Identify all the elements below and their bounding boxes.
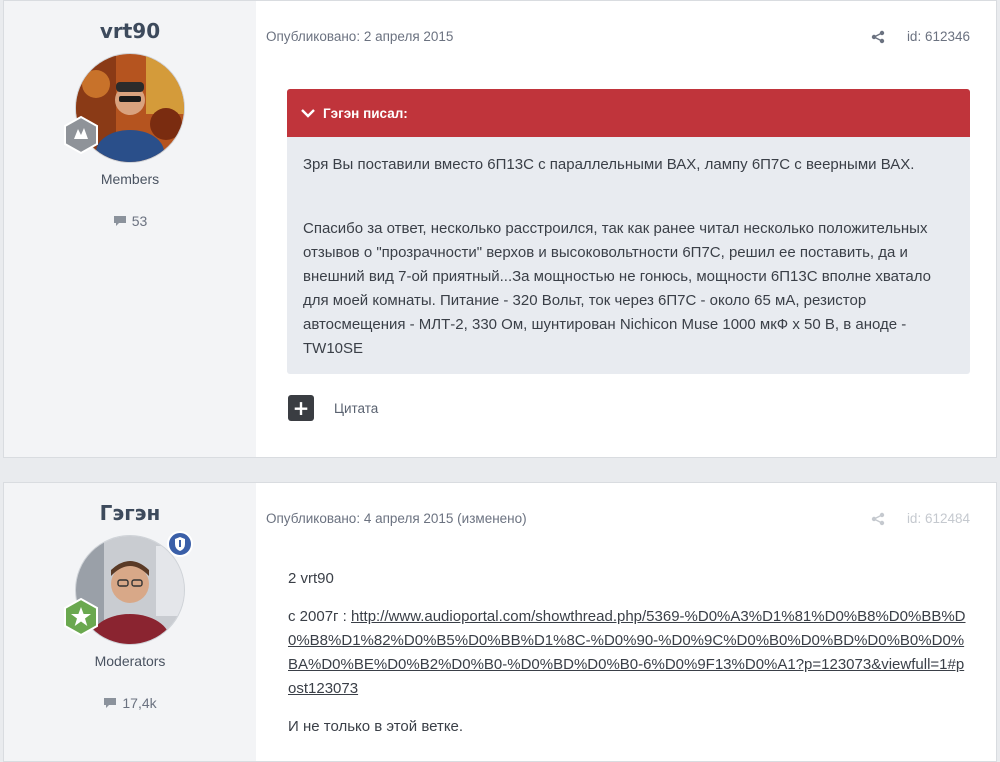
post-actions: + Цитата: [288, 395, 378, 421]
post-body-text: Спасибо за ответ, несколько расстроился,…: [303, 220, 931, 357]
link-paragraph: с 2007г : http://www.audioportal.com/sho…: [288, 605, 966, 701]
post-id-link[interactable]: id: 612484: [907, 511, 970, 526]
post-count-value: 53: [131, 213, 148, 229]
user-group: Members: [100, 171, 160, 187]
chevron-down-icon: [301, 109, 315, 118]
author-panel: vrt90 Members 53: [4, 1, 256, 457]
post-meta-actions: id: 612346: [871, 29, 970, 44]
quote-body: Зря Вы поставили вместо 6П13С с параллел…: [287, 137, 970, 361]
post-body: 2 vrt90 с 2007г : http://www.audioportal…: [288, 567, 966, 753]
rank-badge-icon: [64, 597, 98, 637]
avatar-container: [64, 531, 193, 645]
multiquote-button[interactable]: +: [288, 395, 314, 421]
greeting-text: 2 vrt90: [288, 570, 334, 587]
post: vrt90 Members 53 Опубликовано: 2 апреля …: [3, 0, 997, 458]
post-content: Опубликовано: 2 апреля 2015 id: 612346 Г…: [256, 1, 996, 457]
comment-icon: [104, 698, 117, 708]
post-id-link[interactable]: id: 612346: [907, 29, 970, 44]
author-name[interactable]: Гэгэн: [4, 501, 256, 525]
closing-text: И не только в этой ветке.: [288, 718, 464, 735]
quote-button[interactable]: Цитата: [334, 401, 378, 416]
post: Гэгэн Moderators 17,4k Опубликовано: 4 а…: [3, 482, 997, 762]
moderator-shield-icon: [167, 531, 193, 557]
plus-icon: +: [292, 396, 310, 420]
author-panel: Гэгэн Moderators 17,4k: [4, 483, 256, 761]
thread-link[interactable]: http://www.audioportal.com/showthread.ph…: [288, 608, 966, 697]
post-count-value: 17,4k: [122, 695, 157, 711]
quote-author: Гэгэн писал:: [323, 105, 408, 121]
quote-block: Гэгэн писал: Зря Вы поставили вместо 6П1…: [287, 89, 970, 374]
post-meta: Опубликовано: 4 апреля 2015 (изменено) i…: [266, 511, 970, 526]
share-icon[interactable]: [871, 512, 885, 526]
author-name[interactable]: vrt90: [4, 19, 256, 43]
post-meta: Опубликовано: 2 апреля 2015 id: 612346: [266, 29, 970, 44]
published-date: Опубликовано: 4 апреля 2015 (изменено): [266, 511, 527, 526]
post-count: 17,4k: [4, 695, 256, 711]
rank-badge-icon: [64, 115, 98, 155]
quote-text: Зря Вы поставили вместо 6П13С с параллел…: [303, 156, 915, 173]
link-prefix: с 2007г :: [288, 608, 352, 625]
post-count: 53: [4, 213, 256, 229]
quote-header[interactable]: Гэгэн писал:: [287, 89, 970, 137]
comment-icon: [113, 216, 126, 226]
avatar-container: [64, 53, 185, 163]
post-content: Опубликовано: 4 апреля 2015 (изменено) i…: [256, 483, 996, 761]
share-icon[interactable]: [871, 30, 885, 44]
user-group: Moderators: [94, 653, 166, 669]
published-date: Опубликовано: 2 апреля 2015: [266, 29, 454, 44]
post-meta-actions: id: 612484: [871, 511, 970, 526]
